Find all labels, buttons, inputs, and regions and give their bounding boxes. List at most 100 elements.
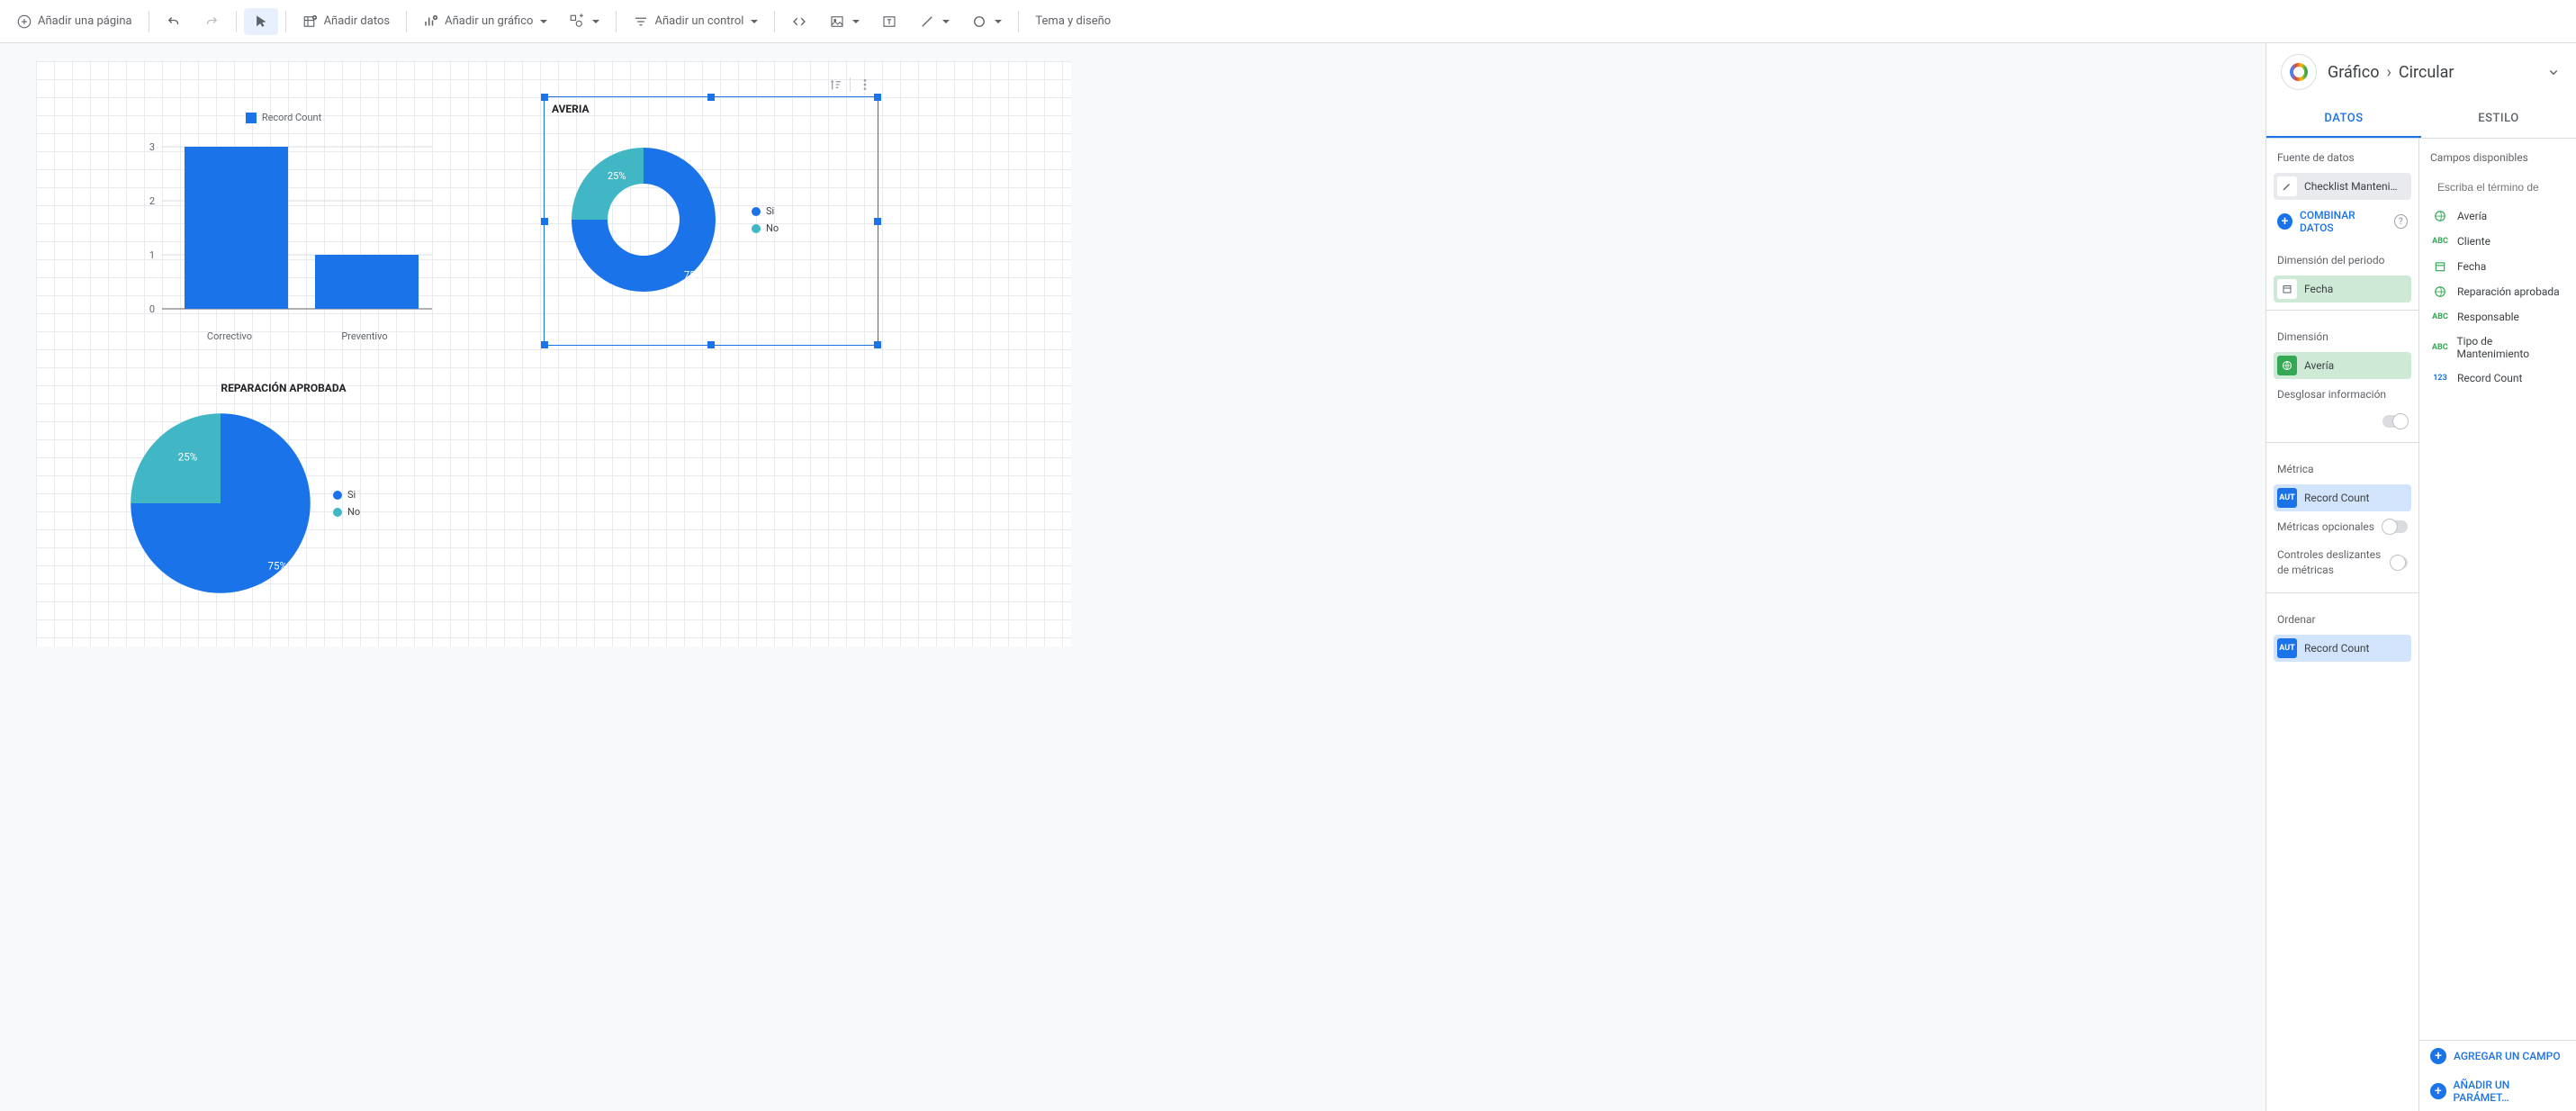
field-item[interactable]: 123Record Count: [2419, 366, 2576, 391]
add-page-button[interactable]: Añadir una página: [7, 8, 141, 35]
field-item[interactable]: ABCResponsable: [2419, 304, 2576, 330]
svg-text:2: 2: [149, 195, 155, 207]
sliders-row: Controles deslizantes de métricas: [2266, 540, 2418, 585]
resize-handle[interactable]: [541, 218, 548, 225]
svg-text:1: 1: [149, 249, 155, 261]
divider: [2266, 592, 2418, 593]
tab-data[interactable]: DATOS: [2266, 101, 2421, 138]
community-viz-button[interactable]: [560, 8, 608, 35]
field-label: Reparación aprobada: [2457, 285, 2560, 298]
breadcrumb[interactable]: Gráfico › Circular: [2328, 63, 2535, 82]
donut-chart-selected[interactable]: AVERIA 25% 75% Si No: [545, 97, 878, 345]
bar-chart[interactable]: Record Count 0123 Correctivo: [126, 106, 441, 376]
cursor-icon: [253, 14, 269, 30]
legend-label: Record Count: [262, 112, 321, 123]
select-tool-button[interactable]: [244, 8, 278, 35]
svg-text:0: 0: [149, 303, 155, 315]
redo-button[interactable]: [194, 8, 229, 35]
chevron-down-icon: [540, 20, 547, 23]
undo-button[interactable]: [157, 8, 191, 35]
resize-handle[interactable]: [874, 94, 881, 101]
resize-handle[interactable]: [707, 94, 715, 101]
chevron-down-icon: [995, 20, 1002, 23]
period-dimension-chip[interactable]: Fecha: [2274, 275, 2411, 303]
image-button[interactable]: [820, 8, 869, 35]
image-icon: [829, 14, 845, 30]
pencil-icon[interactable]: [2277, 176, 2297, 196]
resize-handle[interactable]: [541, 341, 548, 348]
breakdown-toggle[interactable]: [2382, 415, 2408, 428]
legend-dot: [752, 224, 761, 233]
side-panel: Gráfico › Circular DATOS ESTILO Fuente d…: [2265, 43, 2576, 1111]
add-control-label: Añadir un control: [654, 14, 743, 28]
add-field-button[interactable]: +AGREGAR UN CAMPO: [2419, 1041, 2576, 1071]
field-item[interactable]: ABCCliente: [2419, 229, 2576, 254]
combine-label: COMBINAR DATOS: [2300, 209, 2387, 234]
plus-circle-icon: [16, 14, 32, 30]
add-param-button[interactable]: +AÑADIR UN PARÁMET…: [2419, 1071, 2576, 1111]
bar-chart-svg: 0123: [126, 129, 441, 327]
field-label: Record Count: [2457, 372, 2522, 384]
add-data-button[interactable]: Añadir datos: [293, 8, 400, 35]
source-name: Checklist Manteni…: [2304, 180, 2408, 193]
sort-icon[interactable]: [828, 77, 842, 92]
pie-chart[interactable]: REPARACIÓN APROBADA 25% 75% Si No: [117, 376, 450, 637]
resize-handle[interactable]: [874, 341, 881, 348]
field-item[interactable]: Reparación aprobada: [2419, 279, 2576, 304]
shape-button[interactable]: [962, 8, 1011, 35]
opt-metrics-row: Métricas opcionales: [2266, 513, 2418, 540]
sliders-toggle[interactable]: [2391, 556, 2408, 569]
resize-handle[interactable]: [707, 341, 715, 348]
data-source-chip[interactable]: Checklist Manteni…: [2274, 173, 2411, 200]
add-control-button[interactable]: Añadir un control: [624, 8, 767, 35]
fields-column: Campos disponibles Avería ABCCliente Fec…: [2419, 139, 2576, 1111]
globe-icon: [2430, 209, 2450, 223]
svg-text:75%: 75%: [684, 269, 702, 281]
legend-si: Si: [347, 489, 356, 501]
bc-chart: Gráfico: [2328, 63, 2379, 82]
sort-chip[interactable]: AUT Record Count: [2274, 635, 2411, 662]
resize-handle[interactable]: [874, 218, 881, 225]
bc-type: Circular: [2399, 63, 2454, 82]
field-item[interactable]: ABCTipo de Mantenimiento: [2419, 330, 2576, 366]
line-button[interactable]: [910, 8, 959, 35]
add-chart-button[interactable]: Añadir un gráfico: [414, 8, 556, 35]
breakdown-row: Desglosar información: [2266, 381, 2418, 408]
field-item[interactable]: Avería: [2419, 203, 2576, 229]
report-canvas[interactable]: Record Count 0123 Correctivo: [36, 61, 1071, 646]
undo-icon: [166, 14, 182, 30]
field-label: Responsable: [2457, 311, 2519, 323]
field-label: Tipo de Mantenimiento: [2457, 335, 2566, 360]
search-input[interactable]: [2437, 181, 2576, 194]
filter-icon: [633, 14, 649, 30]
legend-swatch: [246, 113, 257, 123]
field-search[interactable]: [2419, 171, 2576, 203]
chevron-down-icon: [942, 20, 950, 23]
text-button[interactable]: [872, 8, 906, 35]
code-icon: [791, 14, 807, 30]
help-icon[interactable]: ?: [2394, 214, 2408, 229]
canvas-area[interactable]: Record Count 0123 Correctivo: [0, 43, 2265, 1111]
field-item[interactable]: Fecha: [2419, 254, 2576, 279]
dimension-chip[interactable]: Avería: [2274, 352, 2411, 379]
chevron-down-icon[interactable]: [2545, 64, 2562, 80]
resize-handle[interactable]: [541, 94, 548, 101]
tab-style[interactable]: ESTILO: [2421, 101, 2576, 138]
globe-icon: [2430, 285, 2450, 299]
separator: [285, 11, 286, 32]
chevron-down-icon: [592, 20, 599, 23]
sec-source-label: Fuente de datos: [2266, 139, 2418, 171]
embed-button[interactable]: [782, 8, 816, 35]
bar-cat-1: Correctivo: [162, 330, 297, 342]
separator: [236, 11, 237, 32]
legend-no: No: [766, 222, 779, 234]
combine-data-button[interactable]: + COMBINAR DATOS ?: [2266, 202, 2418, 241]
add-chart-label: Añadir un gráfico: [445, 14, 533, 28]
period-field: Fecha: [2304, 283, 2408, 295]
theme-button[interactable]: Tema y diseño: [1026, 9, 1120, 33]
metric-chip[interactable]: AUT Record Count: [2274, 484, 2411, 511]
config-column: Fuente de datos Checklist Manteni… + COM…: [2266, 139, 2419, 1111]
data-add-icon: [302, 14, 319, 30]
more-vert-icon[interactable]: [858, 77, 872, 92]
opt-metrics-toggle[interactable]: [2382, 520, 2408, 533]
